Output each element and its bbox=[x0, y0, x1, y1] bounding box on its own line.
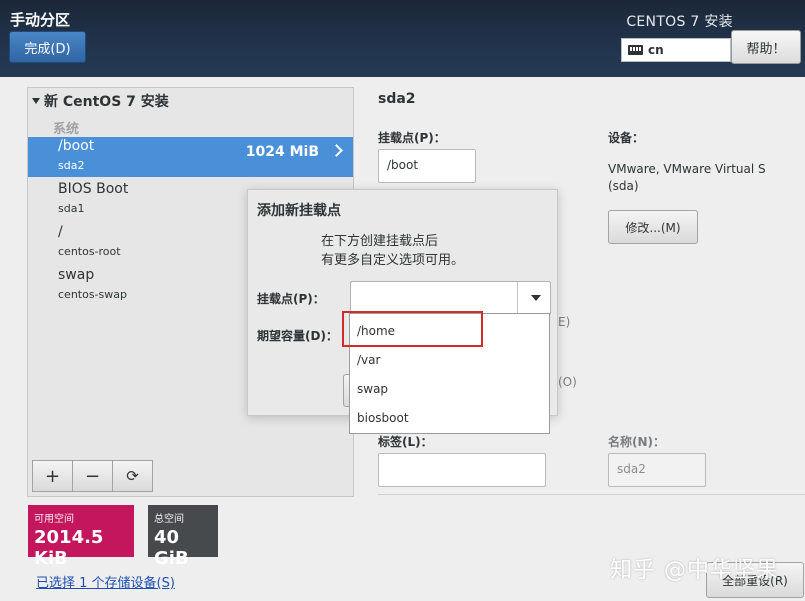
desired-capacity-label: 期望容量(D)： bbox=[257, 329, 338, 343]
watermark-text: 知乎 @中华坚果 bbox=[610, 558, 779, 583]
total-space-value: 40 GiB bbox=[154, 527, 189, 569]
add-partition-button[interactable]: + bbox=[32, 460, 73, 492]
mount-point-combobox[interactable] bbox=[350, 281, 551, 315]
partition-size: 1024 MiB bbox=[245, 144, 319, 160]
available-space-box: 可用空间 2014.5 KiB bbox=[28, 505, 134, 569]
partition-mount-name: BIOS Boot bbox=[58, 181, 129, 197]
name-field: sda2 bbox=[608, 453, 706, 487]
obscured-label-fragment: (O) bbox=[558, 375, 577, 389]
partition-device-name: centos-root bbox=[58, 245, 121, 258]
remove-partition-button[interactable]: − bbox=[72, 460, 113, 492]
install-group-label: 新 CentOS 7 安装 bbox=[44, 94, 169, 110]
obscured-label-fragment: E) bbox=[558, 315, 571, 329]
label-field[interactable] bbox=[378, 453, 546, 487]
partition-toolbar: + − ⟳ bbox=[32, 460, 153, 492]
keyboard-icon bbox=[628, 45, 643, 55]
device-value-line2: (sda) bbox=[608, 179, 639, 193]
refresh-icon[interactable]: ⟳ bbox=[112, 460, 153, 492]
partition-row-boot[interactable]: /boot sda2 1024 MiB bbox=[28, 137, 353, 177]
section-divider bbox=[378, 494, 805, 495]
partition-detail-title: sda2 bbox=[378, 91, 416, 107]
dropdown-option-biosboot[interactable]: biosboot bbox=[357, 411, 409, 425]
label-field-label: 标签(L)： bbox=[378, 435, 433, 449]
install-title: CENTOS 7 安装 bbox=[626, 14, 733, 30]
dropdown-option-swap[interactable]: swap bbox=[357, 382, 388, 396]
dialog-title: 添加新挂载点 bbox=[257, 203, 341, 219]
selected-storage-devices-link[interactable]: 已选择 1 个存储设备(S) bbox=[36, 572, 175, 591]
dropdown-option-var[interactable]: /var bbox=[357, 353, 380, 367]
dialog-description: 在下方创建挂载点后 有更多自定义选项可用。 bbox=[321, 232, 464, 270]
device-label: 设备： bbox=[608, 131, 645, 145]
partition-mount-name: swap bbox=[58, 267, 95, 283]
chevron-down-icon[interactable] bbox=[531, 295, 541, 301]
total-space-label: 总空间 bbox=[154, 514, 184, 525]
combobox-divider bbox=[517, 282, 518, 314]
partition-mount-name: /boot bbox=[58, 138, 95, 154]
modify-device-button[interactable]: 修改...(M) bbox=[608, 210, 698, 244]
partition-device-name: centos-swap bbox=[58, 288, 127, 301]
available-space-value: 2014.5 KiB bbox=[34, 527, 104, 569]
dialog-description-line2: 有更多自定义选项可用。 bbox=[321, 253, 465, 268]
help-button[interactable]: 帮助！ bbox=[731, 30, 801, 64]
install-group-header[interactable]: 新 CentOS 7 安装 bbox=[32, 91, 169, 111]
name-field-label: 名称(N)： bbox=[608, 435, 666, 449]
page-title: 手动分区 bbox=[10, 11, 71, 29]
keyboard-layout-label: cn bbox=[648, 43, 664, 57]
mount-point-field[interactable]: /boot bbox=[378, 149, 476, 183]
keyboard-layout-indicator[interactable]: cn bbox=[621, 38, 731, 62]
highlight-annotation-box bbox=[342, 311, 483, 347]
mount-point-label: 挂载点(P)： bbox=[378, 131, 446, 145]
dialog-mount-point-label: 挂载点(P)： bbox=[257, 292, 325, 306]
partition-mount-name: / bbox=[58, 224, 63, 240]
system-section-label: 系统 bbox=[53, 122, 80, 137]
expand-triangle-icon bbox=[32, 98, 40, 104]
device-value-line1: VMware, VMware Virtual S bbox=[608, 162, 766, 176]
partition-device-name: sda1 bbox=[58, 202, 85, 215]
top-header-bar: 手动分区 完成(D) CENTOS 7 安装 cn 帮助！ bbox=[0, 0, 805, 77]
available-space-label: 可用空间 bbox=[34, 514, 74, 525]
total-space-box: 总空间 40 GiB bbox=[148, 505, 218, 569]
dialog-description-line1: 在下方创建挂载点后 bbox=[321, 234, 439, 249]
chevron-right-icon bbox=[330, 144, 343, 157]
partition-device-name: sda2 bbox=[58, 159, 85, 172]
done-button[interactable]: 完成(D) bbox=[9, 31, 86, 63]
